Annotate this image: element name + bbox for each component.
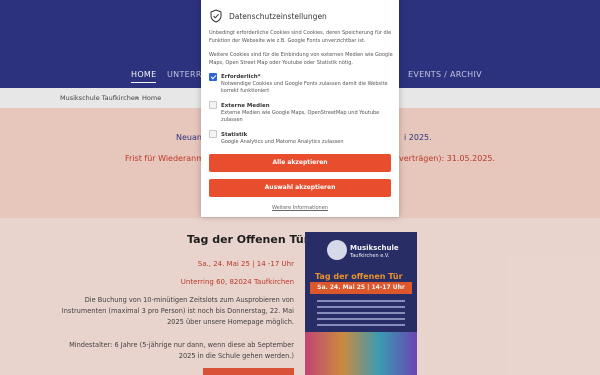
cookie-intro-2: Weitere Cookies sind für die Einbindung … [209, 52, 393, 66]
option-externe-medien-desc: Externe Medien wie Google Maps, OpenStre… [221, 110, 380, 123]
checkbox-erforderlich[interactable] [209, 73, 217, 81]
shield-check-icon [210, 9, 222, 23]
option-statistik-title: Statistik [221, 132, 248, 138]
more-info-link[interactable]: Weitere Informationen [201, 205, 399, 211]
accept-selection-button[interactable]: Auswahl akzeptieren [209, 179, 391, 197]
option-erforderlich-title: Erforderlich* [221, 74, 261, 80]
checkbox-statistik[interactable] [209, 130, 217, 138]
cookie-modal: Datenschutzeinstellungen Unbedingt erfor… [201, 0, 399, 217]
option-externe-medien-title: Externe Medien [221, 103, 270, 109]
checkbox-externe-medien[interactable] [209, 101, 217, 109]
cookie-intro: Unbedingt erforderliche Cookies sind Coo… [209, 30, 392, 44]
accept-all-button[interactable]: Alle akzeptieren [209, 154, 391, 172]
option-statistik-desc: Google Analytics und Matomo Analytics zu… [221, 139, 344, 145]
option-erforderlich-desc: Notwendige Cookies und Google Fonts zula… [221, 81, 388, 94]
cookie-title: Datenschutzeinstellungen [229, 12, 327, 21]
